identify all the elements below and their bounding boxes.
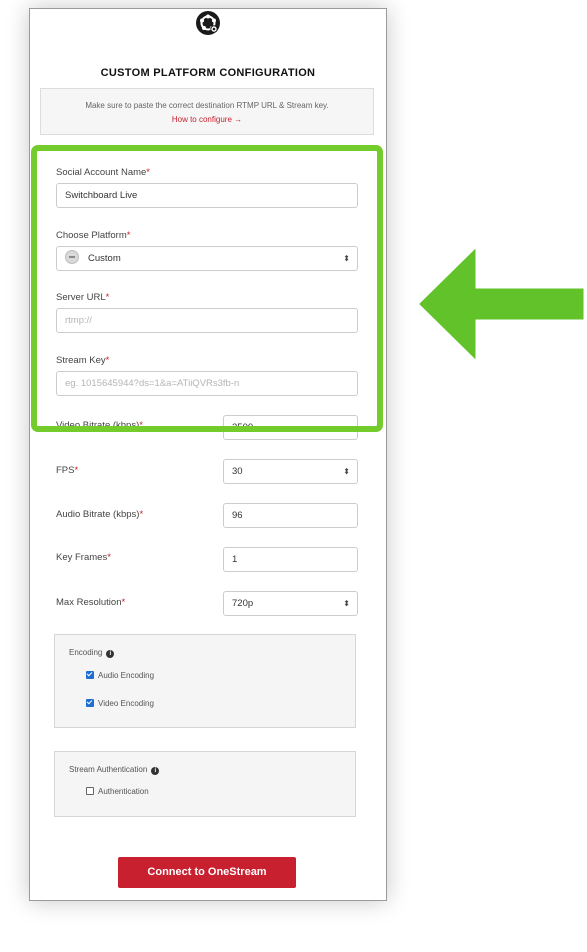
max-resolution-select[interactable]: 720p ⬍	[223, 591, 358, 616]
onestream-logo-icon	[196, 11, 220, 35]
fps-select[interactable]: 30 ⬍	[223, 459, 358, 484]
authentication-checkbox[interactable]: Authentication	[86, 787, 149, 796]
checkbox-checked-icon[interactable]	[86, 671, 94, 679]
key-frames-label: Key Frames*	[56, 552, 111, 563]
info-icon[interactable]: i	[106, 650, 115, 658]
configuration-notice: Make sure to paste the correct destinati…	[40, 88, 374, 135]
key-frames-input[interactable]: 1	[223, 547, 358, 572]
select-arrows-icon: ⬍	[343, 467, 350, 476]
stream-key-input[interactable]: eg. 1015645944?ds=1&a=ATiiQVRs3fb-n	[56, 371, 358, 396]
connect-to-onestream-button[interactable]: Connect to OneStream	[118, 857, 296, 888]
video-bitrate-label: Video Bitrate (kbps)*	[56, 420, 143, 431]
select-arrows-icon: ⬍	[343, 254, 350, 263]
max-resolution-label: Max Resolution*	[56, 597, 126, 608]
social-account-name-label: Social Account Name*	[56, 167, 150, 178]
video-encoding-checkbox[interactable]: Video Encoding	[86, 699, 154, 708]
info-icon[interactable]: i	[151, 767, 160, 775]
checkbox-checked-icon[interactable]	[86, 699, 94, 707]
social-account-name-input[interactable]: Switchboard Live	[56, 183, 358, 208]
audio-encoding-checkbox[interactable]: Audio Encoding	[86, 671, 154, 680]
select-arrows-icon: ⬍	[343, 599, 350, 608]
checkbox-unchecked-icon[interactable]	[86, 787, 94, 795]
encoding-section: Encoding i Audio Encoding Video Encoding	[54, 634, 356, 728]
stream-authentication-section: Stream Authentication i Authentication	[54, 751, 356, 817]
audio-bitrate-input[interactable]: 96	[223, 503, 358, 528]
arrow-left-icon	[415, 243, 587, 365]
max-resolution-value: 720p	[232, 598, 254, 609]
fps-select-value: 30	[232, 466, 243, 477]
audio-bitrate-label: Audio Bitrate (kbps)*	[56, 509, 144, 520]
stream-key-label: Stream Key*	[56, 355, 110, 366]
platform-select-value: Custom	[88, 253, 121, 264]
server-url-label: Server URL*	[56, 292, 110, 303]
notice-text: Make sure to paste the correct destinati…	[85, 101, 329, 110]
video-bitrate-input[interactable]: 2500	[223, 415, 358, 440]
platform-select[interactable]: Custom ⬍	[56, 246, 358, 271]
stream-authentication-title: Stream Authentication i	[69, 765, 160, 775]
fps-label: FPS*	[56, 465, 79, 476]
server-url-input[interactable]: rtmp://	[56, 308, 358, 333]
how-to-configure-link[interactable]: How to configure →	[41, 115, 373, 124]
encoding-title: Encoding i	[69, 648, 115, 658]
custom-platform-icon	[65, 250, 79, 265]
custom-platform-panel: CUSTOM PLATFORM CONFIGURATION Make sure …	[29, 8, 387, 901]
page-title: CUSTOM PLATFORM CONFIGURATION	[100, 67, 316, 79]
choose-platform-label: Choose Platform*	[56, 230, 131, 241]
